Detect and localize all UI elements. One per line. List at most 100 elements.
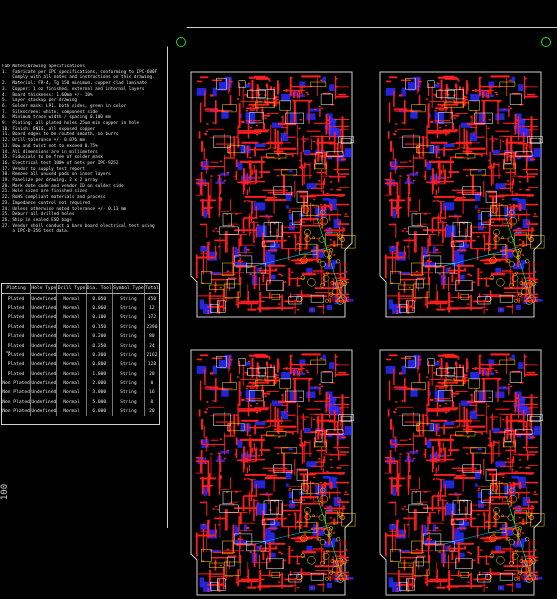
drill-column-header: Drill Type [56,284,87,295]
drill-table-row: Non Plated Undefined Normal 3.000 String 16 [2,388,159,398]
drill-table-cell: Normal [56,397,87,408]
drill-table-row: Plated Undefined Normal 0.300 String 2162 [2,350,159,361]
drill-table-cell: Plated [2,303,32,314]
drill-table-cell: 0.060 [86,303,113,314]
drill-column-header: Total [144,284,159,295]
drill-table-cell: String [112,378,145,389]
drill-table-cell: Plated [2,322,32,332]
drill-table-cell: Normal [56,407,87,417]
drill-table-cell: Non Plated [2,388,32,398]
drill-table-cell: 24 [149,343,155,349]
drill-table-cell: Undefined [30,341,58,351]
drill-table-cell: Plated [2,293,32,304]
drill-table-cell: Normal [56,293,87,304]
drill-table-cell: Normal [56,388,87,398]
drill-table-row: Non Plated Undefined Normal 5.000 String 0 [2,397,159,408]
drill-column-header: Symbol Type [112,284,145,295]
drill-table-cell: 2162 [146,352,158,358]
drill-table-cell: 12 [149,305,155,311]
drill-table-cell: 16 [149,390,155,396]
fabrication-notes: Fab Notes/Drawing Specifications 1. Fabri… [2,64,158,235]
drill-table-cell: 0 [150,399,154,405]
drill-column-header: Plating [2,284,32,295]
drill-table: Plating Hole Type Drill Type Dia. Tool Symbo… [1,283,160,425]
drill-table-cell: Undefined [30,303,58,314]
drill-table-cell: Normal [56,303,87,314]
drill-table-cell: Normal [56,350,87,361]
drill-table-cell: 6.000 [86,407,113,417]
drill-table-cell: 2390 [146,324,158,330]
drill-table-cell: Normal [56,322,87,332]
fiducial-mark [541,37,551,47]
drill-table-cell: Undefined [30,369,58,379]
drill-table-cell: String [112,350,145,361]
drill-table-row: Plated Undefined Normal 0.200 String 80 [2,331,159,342]
drill-table-cell: 0.050 [86,293,113,304]
drill-table-cell: Undefined [30,331,58,342]
drill-table-row: Plated Undefined Normal 0.060 String 12 [2,303,159,314]
drill-table-cell: 20 [149,409,155,415]
drill-table-cell: Plated [2,369,32,379]
pcb-board-bottom-right[interactable] [376,346,545,599]
drill-table-cell: 20 [149,371,155,377]
drill-table-cell: Undefined [30,397,58,408]
drill-table-cell: 5.000 [86,397,113,408]
drill-table-cell: String [112,322,145,332]
drill-table-cell: Plated [2,313,32,323]
drill-table-cell: Non Plated [2,378,32,389]
drill-table-row: Non Plated Undefined Normal 6.000 String 20 [2,407,159,417]
drill-table-cell: Normal [56,341,87,351]
drill-table-cell: 0.800 [86,360,113,370]
drill-table-cell: String [112,331,145,342]
pcb-board-bottom-left[interactable] [187,346,356,599]
drill-table-cell: Normal [56,360,87,370]
drill-table-body: Plated Undefined Normal 0.050 String 450 Plate… [2,293,159,417]
drill-table-cell: Undefined [30,322,58,332]
drill-table-cell: Undefined [30,388,58,398]
drill-table-cell: String [112,303,145,314]
drill-table-cell: Normal [56,313,87,323]
drill-column-header: Hole Type [30,284,58,295]
note-line: 2. Material: FR-4, Tg 150 minimum, coppe… [2,81,147,87]
drill-table-cell: Normal [56,369,87,379]
drill-table-cell: String [112,313,145,323]
note-line: a IPC-D-356 test data. [2,229,70,235]
drill-table-row: Plated Undefined Normal 0.100 String 172 [2,313,159,323]
drill-table-row: Plated Undefined Normal 0.800 String 128 [2,360,159,370]
drill-table-cell: String [112,407,145,417]
drill-table-cell: String [112,293,145,304]
drill-table-row: Plated Undefined Normal 0.250 String 24 [2,341,159,351]
drill-table-cell: Undefined [30,360,58,370]
drill-table-cell: Undefined [30,378,58,389]
drill-table-cell: 0.250 [86,341,113,351]
drill-column-header: Dia. Tool [86,284,113,295]
vertical-dimension-label: 100 [0,483,11,501]
drill-table-cell: String [112,360,145,370]
cad-canvas[interactable]: Fab Notes/Drawing Specifications 1. Fabri… [0,0,557,596]
fiducial-mark [176,37,186,47]
drill-table-header: Plating Hole Type Drill Type Dia. Tool Symbo… [2,284,159,295]
note-line: 9. Plating: all plated holes 25um min co… [2,121,140,127]
drill-table-row: Plated Undefined Normal 1.000 String 20 [2,369,159,379]
pcb-board-top-left[interactable] [187,68,356,321]
drill-table-cell: 128 [147,362,157,368]
drill-table-cell: Plated [2,331,32,342]
drill-table-cell: Normal [56,331,87,342]
drill-table-cell: Normal [56,378,87,389]
drill-table-cell: 0.100 [86,313,113,323]
drill-table-cell: String [112,341,145,351]
drill-table-cell: 80 [149,334,155,340]
drill-table-cell: String [112,388,145,398]
drill-table-cell: Undefined [30,293,58,304]
drill-table-cell: String [112,397,145,408]
drill-table-cell: Non Plated [2,407,32,417]
drill-table-cell: 2.000 [86,378,113,389]
unit-label: mm [6,350,11,354]
drill-table-cell: 1.000 [86,369,113,379]
pcb-board-top-right[interactable] [376,68,545,321]
note-line: 3. Copper: 1 oz finished, external and i… [2,86,145,92]
drill-table-cell: Non Plated [2,397,32,408]
drill-table-cell: Undefined [30,407,58,417]
drill-table-cell: 172 [147,315,157,321]
drill-table-cell: 3.000 [86,388,113,398]
